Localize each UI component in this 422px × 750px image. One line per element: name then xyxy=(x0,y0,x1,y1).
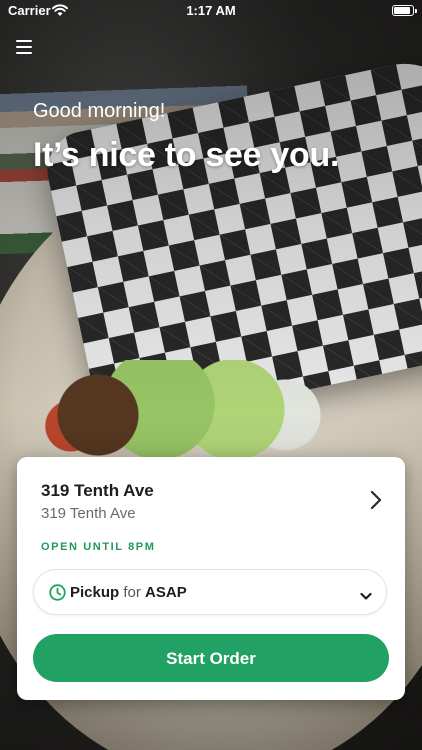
menu-button[interactable] xyxy=(14,38,36,58)
chevron-right-icon xyxy=(369,490,383,510)
location-name: 319 Tenth Ave xyxy=(41,481,154,500)
battery-level xyxy=(394,7,410,14)
status-bar: Carrier 1:17 AM xyxy=(0,0,422,22)
order-time-label: ASAP xyxy=(145,584,187,601)
hamburger-icon-line xyxy=(16,46,32,48)
order-mode-label: Pickup xyxy=(70,584,120,601)
order-mode-connector: for xyxy=(123,584,141,601)
hamburger-icon xyxy=(16,40,32,42)
order-mode-text: Pickup for ASAP xyxy=(70,584,187,601)
start-order-button[interactable]: Start Order xyxy=(33,634,389,682)
order-card: 319 Tenth Ave 319 Tenth Ave OPEN UNTIL 8… xyxy=(17,457,405,700)
greeting-title: It’s nice to see you. xyxy=(33,136,340,174)
location-address: 319 Tenth Ave xyxy=(41,505,136,522)
order-mode-selector[interactable]: Pickup for ASAP xyxy=(33,569,387,615)
chevron-down-icon xyxy=(360,588,372,600)
location-selector[interactable]: 319 Tenth Ave 319 Tenth Ave xyxy=(17,457,405,537)
status-time: 1:17 AM xyxy=(186,3,236,18)
clock-icon xyxy=(49,584,66,601)
greeting-subtitle: Good morning! xyxy=(33,100,166,122)
battery-icon xyxy=(392,5,417,16)
hamburger-icon-line xyxy=(16,52,32,54)
hours-status: OPEN UNTIL 8PM xyxy=(41,541,156,553)
